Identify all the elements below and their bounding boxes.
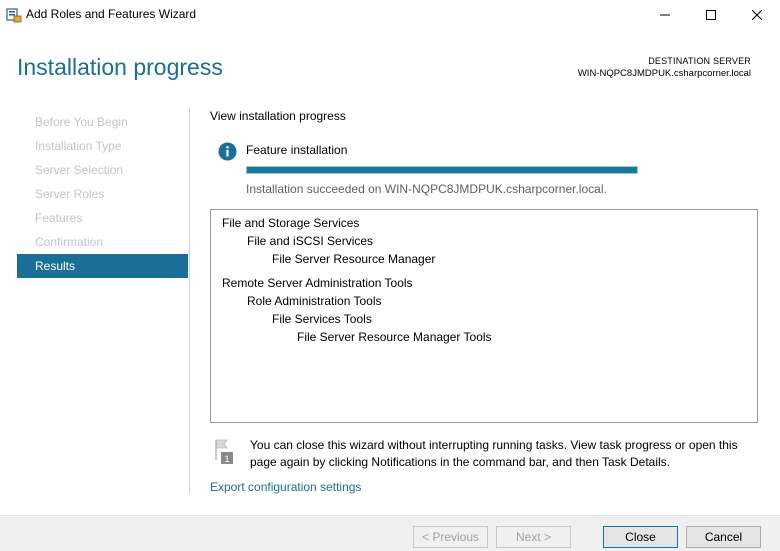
title-bar: Add Roles and Features Wizard [0,0,780,30]
progress-fill [247,167,637,173]
result-item: Role Administration Tools [247,294,382,308]
close-button[interactable]: Close [603,526,678,548]
nav-item-installation-type: Installation Type [35,139,122,153]
info-icon [218,142,237,161]
page-title: Installation progress [17,54,223,80]
close-wizard-note: You can close this wizard without interr… [250,438,738,469]
result-item: File Server Resource Manager [272,252,436,266]
maximize-icon [706,10,716,20]
content-heading: View installation progress [210,109,346,123]
result-item: File and Storage Services [222,216,360,230]
result-item: Remote Server Administration Tools [222,276,413,290]
destination-server-label: DESTINATION SERVER [648,56,751,66]
nav-item-before-you-begin: Before You Begin [35,115,128,129]
minimize-icon [660,14,670,16]
nav-item-server-roles: Server Roles [35,187,105,201]
cancel-button[interactable]: Cancel [686,526,761,548]
nav-divider [189,108,190,494]
minimize-button[interactable] [642,0,688,30]
nav-item-results[interactable]: Results [17,254,188,278]
nav-item-features: Features [35,211,83,225]
flag-notification-icon: 1 [212,438,236,466]
destination-server-name: WIN-NQPC8JMDPUK.csharpcorner.local [577,68,751,79]
result-item: File Server Resource Manager Tools [297,330,492,344]
export-configuration-link[interactable]: Export configuration settings [210,480,361,494]
window-title: Add Roles and Features Wizard [26,7,197,21]
results-list: File and Storage Services File and iSCSI… [210,209,758,423]
installation-progress-bar [246,166,638,174]
result-item: File Services Tools [272,312,372,326]
svg-text:1: 1 [224,454,229,464]
server-manager-icon [6,7,22,23]
wizard-window: Add Roles and Features Wizard Installati… [0,0,780,551]
feature-installation-label: Feature installation [246,143,348,157]
nav-item-confirmation: Confirmation [35,235,104,249]
result-item: File and iSCSI Services [247,234,374,248]
maximize-button[interactable] [688,0,734,30]
installation-status: Installation succeeded on WIN-NQPC8JMDPU… [246,182,607,196]
wizard-button-bar: < Previous Next > Close Cancel [0,515,780,551]
close-window-button[interactable] [734,0,780,30]
previous-button[interactable]: < Previous [413,526,488,548]
close-icon [752,10,762,20]
wizard-steps-nav: Before You Begin Installation Type Serve… [17,110,188,278]
nav-item-server-selection: Server Selection [35,163,124,177]
next-button[interactable]: Next > [496,526,571,548]
